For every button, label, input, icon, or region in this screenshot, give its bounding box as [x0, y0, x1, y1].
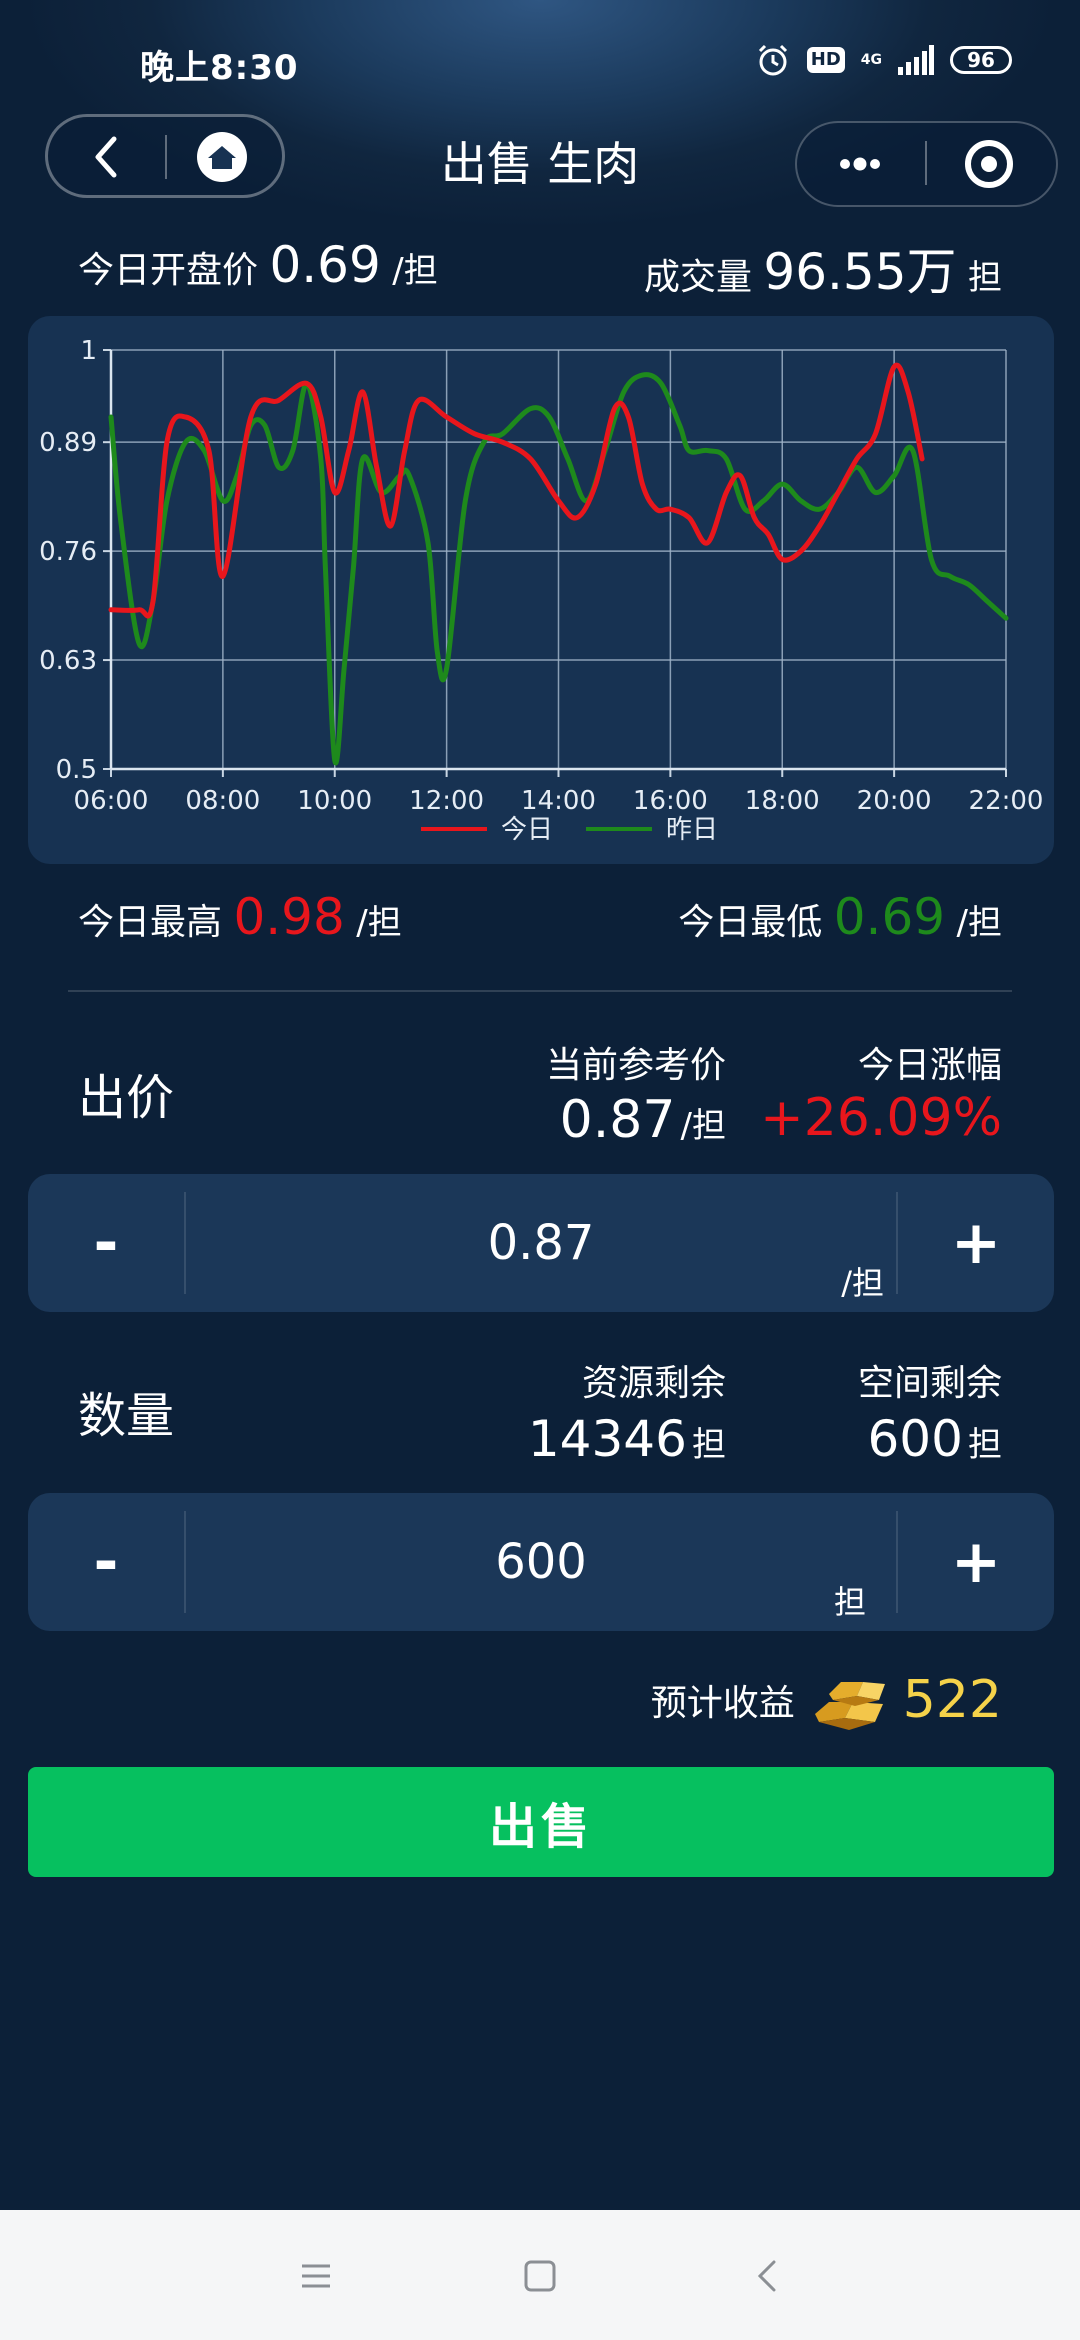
ref-price-value: 0.87 [559, 1090, 676, 1150]
x-tick-label: 18:00 [745, 786, 820, 816]
price-chart: 06:00 08:00 10:00 12:00 14:00 16:00 18:00 20:00… [28, 316, 1054, 864]
price-input[interactable]: 0.87 [186, 1174, 896, 1312]
trade-volume: 成交量 96.55万 担 [644, 232, 1002, 304]
price-plus-button[interactable]: + [898, 1174, 1054, 1312]
space-value: 600 [867, 1410, 963, 1468]
legend-label-today: 今日 [501, 815, 553, 845]
resource-remaining: 14346 担 [528, 1410, 726, 1468]
low-label: 今日最低 [678, 902, 823, 943]
today-low: 今日最低 0.69 /担 [678, 888, 1002, 946]
x-tick-label: 08:00 [185, 786, 260, 816]
x-tick-label: 12:00 [409, 786, 484, 816]
signal-icon [898, 45, 934, 75]
high-unit: /担 [356, 903, 402, 943]
more-button[interactable] [817, 133, 903, 195]
resource-label: 资源剩余 [581, 1363, 726, 1404]
y-tick-label: 1 [80, 336, 97, 366]
space-remaining: 600 担 [867, 1410, 1002, 1468]
resource-unit: 担 [692, 1425, 726, 1465]
ref-price-label: 当前参考价 [545, 1045, 726, 1086]
x-tick-label: 06:00 [74, 786, 149, 816]
price-minus-button[interactable]: - [28, 1174, 184, 1312]
back-icon[interactable] [748, 2256, 788, 2296]
expected-income: 预计收益 522 [651, 1664, 1002, 1736]
open-price-label: 今日开盘价 [78, 250, 259, 291]
y-tick-label: 0.63 [39, 646, 97, 676]
income-value: 522 [902, 1670, 1002, 1730]
open-price-unit: /担 [392, 251, 438, 291]
x-tick-label: 20:00 [857, 786, 932, 816]
qty-minus-button[interactable]: - [28, 1493, 184, 1631]
legend-label-yesterday: 昨日 [666, 815, 718, 845]
close-miniprogram-button[interactable] [947, 131, 1047, 197]
high-label: 今日最高 [78, 902, 223, 943]
ref-price-unit: /担 [680, 1106, 726, 1146]
income-label: 预计收益 [650, 1683, 795, 1724]
system-nav-bar [0, 2210, 1080, 2340]
resource-value: 14346 [527, 1410, 687, 1468]
nav-capsule-right [795, 121, 1058, 207]
volume-unit: 担 [968, 258, 1002, 298]
qty-plus-button[interactable]: + [898, 1493, 1054, 1631]
volume-label: 成交量 [643, 257, 752, 298]
alarm-icon [758, 44, 787, 76]
qty-input-unit: 担 [833, 1583, 866, 1621]
open-price-value: 0.69 [269, 236, 381, 294]
network-label: 4G [860, 52, 882, 68]
high-value: 0.98 [233, 888, 345, 946]
qty-input[interactable]: 600 [186, 1493, 896, 1631]
space-unit: 担 [968, 1425, 1002, 1465]
y-tick-label: 0.76 [39, 537, 97, 567]
space-label: 空间剩余 [857, 1363, 1002, 1404]
target-close-icon [965, 140, 1013, 188]
qty-section-label: 数量 [78, 1388, 175, 1444]
battery-indicator: 96 [950, 46, 1012, 74]
volume-value: 96.55万 [763, 243, 957, 301]
y-tick-label: 0.89 [39, 428, 97, 458]
status-icons: HD 4G 96 [755, 42, 1012, 78]
open-price: 今日开盘价 0.69 /担 [78, 236, 438, 294]
price-stepper: - 0.87 /担 + [28, 1174, 1054, 1312]
low-value: 0.69 [833, 888, 946, 946]
x-tick-label: 16:00 [633, 786, 708, 816]
low-unit: /担 [956, 903, 1002, 943]
today-high: 今日最高 0.98 /担 [78, 888, 402, 946]
divider-line [68, 990, 1012, 992]
qty-stepper: - 600 担 + [28, 1493, 1054, 1631]
price-section-label: 出价 [78, 1070, 175, 1126]
more-dots-icon [840, 157, 880, 171]
status-time: 晚上8:30 [140, 48, 299, 88]
y-tick-label: 0.5 [56, 755, 97, 785]
change-value: +26.09% [760, 1088, 1002, 1148]
home-square-icon[interactable] [520, 2256, 560, 2296]
price-chart-svg: 06:00 08:00 10:00 12:00 14:00 16:00 18:00 20:00… [39, 336, 1044, 845]
x-tick-label: 14:00 [521, 786, 596, 816]
ref-price: 0.87 /担 [560, 1090, 726, 1150]
menu-icon[interactable] [296, 2256, 336, 2296]
sell-button[interactable]: 出售 [28, 1767, 1054, 1877]
x-tick-label: 10:00 [297, 786, 372, 816]
price-input-unit: /担 [841, 1264, 884, 1302]
gold-bars-icon [814, 1682, 885, 1730]
x-tick-label: 22:00 [969, 786, 1044, 816]
hd-badge: HD [806, 47, 845, 73]
change-label: 今日涨幅 [857, 1045, 1002, 1086]
